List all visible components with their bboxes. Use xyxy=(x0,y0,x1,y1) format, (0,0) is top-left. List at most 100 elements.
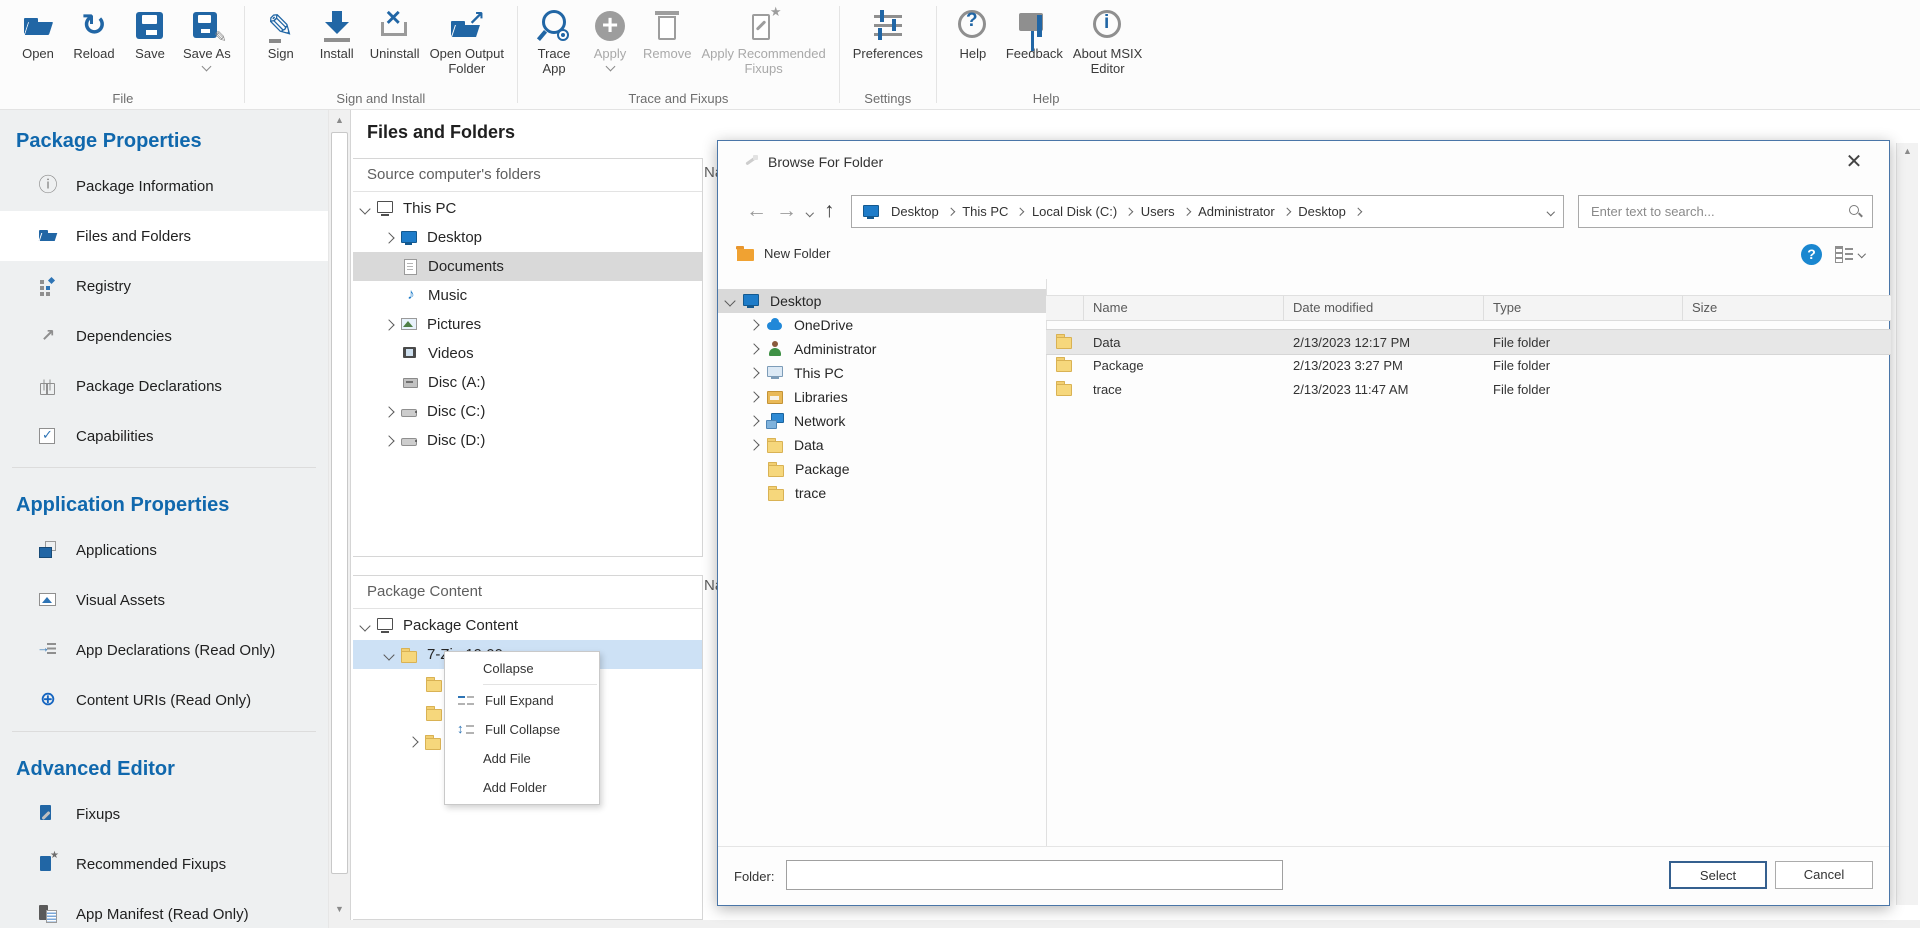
breadcrumb-separator-icon[interactable] xyxy=(1283,208,1291,216)
tree-item-disc-c[interactable]: Disc (C:) xyxy=(353,397,702,426)
chevron-down-icon[interactable] xyxy=(724,295,735,306)
column-header-date-modified[interactable]: Date modified xyxy=(1284,296,1484,320)
tree-item-videos[interactable]: Videos xyxy=(353,339,702,368)
context-menu-item-full-expand[interactable]: Full Expand xyxy=(445,686,599,715)
file-list-row-package[interactable]: Package2/13/2023 3:27 PMFile folder xyxy=(1046,353,1891,377)
install-button[interactable]: Install xyxy=(309,4,365,63)
sidebar-item-files-and-folders[interactable]: Files and Folders xyxy=(0,211,328,261)
icon-column-header[interactable] xyxy=(1046,296,1084,320)
chevron-right-icon[interactable] xyxy=(748,391,759,402)
sidebar-item-registry[interactable]: Registry xyxy=(0,261,328,311)
breadcrumb-separator-icon[interactable] xyxy=(1016,208,1024,216)
scroll-down-icon[interactable]: ▼ xyxy=(331,900,348,918)
up-arrow-icon[interactable]: ↑ xyxy=(824,199,835,223)
breadcrumb-item-desktop[interactable]: Desktop xyxy=(1298,204,1346,219)
tree-item-disc-d[interactable]: Disc (D:) xyxy=(353,426,702,455)
sidebar-item-content-uris-read-only[interactable]: ⊕Content URIs (Read Only) xyxy=(0,675,328,725)
chevron-right-icon[interactable] xyxy=(748,319,759,330)
save-as-button[interactable]: ✎Save As xyxy=(178,4,236,72)
sidebar-scrollbar[interactable]: ▲ ▼ xyxy=(328,110,350,928)
chevron-down-icon[interactable] xyxy=(359,620,370,631)
sidebar-item-recommended-fixups[interactable]: Recommended Fixups xyxy=(0,839,328,889)
context-menu-item-add-folder[interactable]: Add Folder xyxy=(445,773,599,802)
tree-item-network[interactable]: Network xyxy=(718,409,1046,433)
sidebar-item-capabilities[interactable]: Capabilities xyxy=(0,411,328,461)
sidebar-item-app-manifest-read-only[interactable]: App Manifest (Read Only) xyxy=(0,889,328,928)
help-icon[interactable]: ? xyxy=(1801,244,1822,265)
breadcrumb-item-this-pc[interactable]: This PC xyxy=(962,204,1008,219)
breadcrumb-separator-icon[interactable] xyxy=(947,208,955,216)
chevron-right-icon[interactable] xyxy=(748,415,759,426)
file-list-row-trace[interactable]: trace2/13/2023 11:47 AMFile folder xyxy=(1046,377,1891,401)
sidebar-item-app-declarations-read-only[interactable]: App Declarations (Read Only) xyxy=(0,625,328,675)
trace-app-button[interactable]: Trace App xyxy=(526,4,582,78)
column-header-size[interactable]: Size xyxy=(1683,296,1891,320)
chevron-down-icon[interactable] xyxy=(202,62,212,72)
context-menu-item-collapse[interactable]: Collapse xyxy=(445,654,599,683)
sign-button[interactable]: ✎Sign xyxy=(253,4,309,63)
breadcrumb-separator-icon[interactable] xyxy=(1354,208,1362,216)
sidebar-item-applications[interactable]: Applications xyxy=(0,525,328,575)
breadcrumb-dropdown-icon[interactable] xyxy=(1546,208,1554,216)
scroll-up-icon[interactable]: ▲ xyxy=(1897,146,1918,156)
tree-item-this-pc[interactable]: This PC xyxy=(718,361,1046,385)
chevron-down-icon[interactable] xyxy=(383,649,394,660)
chevron-right-icon[interactable] xyxy=(383,232,394,243)
save-button[interactable]: Save xyxy=(122,4,178,63)
chevron-right-icon[interactable] xyxy=(383,435,394,446)
apply-button[interactable]: Apply xyxy=(582,4,638,72)
tree-item-documents[interactable]: Documents xyxy=(353,252,702,281)
tree-item-trace[interactable]: trace xyxy=(718,481,1046,505)
select-button[interactable]: Select xyxy=(1669,861,1767,889)
breadcrumb-item-users[interactable]: Users xyxy=(1141,204,1175,219)
chevron-right-icon[interactable] xyxy=(407,736,418,747)
folder-name-input[interactable] xyxy=(786,860,1283,890)
chevron-down-icon[interactable] xyxy=(359,203,370,214)
tree-item-music[interactable]: ♪Music xyxy=(353,281,702,310)
tree-item-this-pc[interactable]: This PC xyxy=(353,194,702,223)
chevron-down-icon[interactable] xyxy=(605,62,615,72)
tree-item-package-content[interactable]: Package Content xyxy=(353,611,702,640)
dialog-title-bar[interactable]: Browse For Folder ✕ xyxy=(718,141,1889,181)
tree-item-disc-a[interactable]: Disc (A:) xyxy=(353,368,702,397)
about-msix-editor-button[interactable]: About MSIX Editor xyxy=(1068,4,1147,78)
search-box[interactable]: Enter text to search... xyxy=(1578,195,1873,228)
breadcrumb-separator-icon[interactable] xyxy=(1125,208,1133,216)
chevron-right-icon[interactable] xyxy=(383,406,394,417)
sidebar-item-dependencies[interactable]: ↗Dependencies xyxy=(0,311,328,361)
remove-button[interactable]: Remove xyxy=(638,4,696,63)
preferences-button[interactable]: Preferences xyxy=(848,4,928,63)
chevron-right-icon[interactable] xyxy=(383,319,394,330)
tree-item-package[interactable]: Package xyxy=(718,457,1046,481)
back-arrow-icon[interactable]: ← xyxy=(746,199,767,223)
tree-item-onedrive[interactable]: OneDrive xyxy=(718,313,1046,337)
breadcrumb-item-local-disk-c[interactable]: Local Disk (C:) xyxy=(1032,204,1117,219)
uninstall-button[interactable]: Uninstall xyxy=(365,4,425,63)
chevron-right-icon[interactable] xyxy=(748,343,759,354)
main-vertical-scrollbar[interactable]: ▲ xyxy=(1896,143,1918,905)
tree-item-libraries[interactable]: Libraries xyxy=(718,385,1046,409)
reload-button[interactable]: ↻Reload xyxy=(66,4,122,63)
breadcrumb-separator-icon[interactable] xyxy=(1183,208,1191,216)
column-header-type[interactable]: Type xyxy=(1484,296,1683,320)
tree-item-desktop[interactable]: Desktop xyxy=(718,289,1046,313)
scroll-up-icon[interactable]: ▲ xyxy=(331,111,348,129)
forward-arrow-icon[interactable]: → xyxy=(776,199,797,223)
tree-item-pictures[interactable]: Pictures xyxy=(353,310,702,339)
close-icon[interactable]: ✕ xyxy=(1841,149,1867,175)
search-icon[interactable] xyxy=(1848,204,1862,218)
history-dropdown-icon[interactable] xyxy=(806,209,814,217)
tree-item-desktop[interactable]: Desktop xyxy=(353,223,702,252)
sidebar-item-package-declarations[interactable]: Package Declarations xyxy=(0,361,328,411)
sidebar-item-visual-assets[interactable]: Visual Assets xyxy=(0,575,328,625)
open-button[interactable]: Open xyxy=(10,4,66,63)
cancel-button[interactable]: Cancel xyxy=(1775,861,1873,889)
new-folder-button[interactable]: New Folder xyxy=(736,245,830,262)
help-button[interactable]: Help xyxy=(945,4,1001,63)
view-options-button[interactable] xyxy=(1835,245,1865,262)
breadcrumb-item-administrator[interactable]: Administrator xyxy=(1198,204,1275,219)
breadcrumb-item-desktop[interactable]: Desktop xyxy=(891,204,939,219)
open-output-folder-button[interactable]: ↗Open Output Folder xyxy=(425,4,509,78)
file-list-row-data[interactable]: Data2/13/2023 12:17 PMFile folder xyxy=(1046,329,1891,355)
feedback-button[interactable]: Feedback xyxy=(1001,4,1068,63)
